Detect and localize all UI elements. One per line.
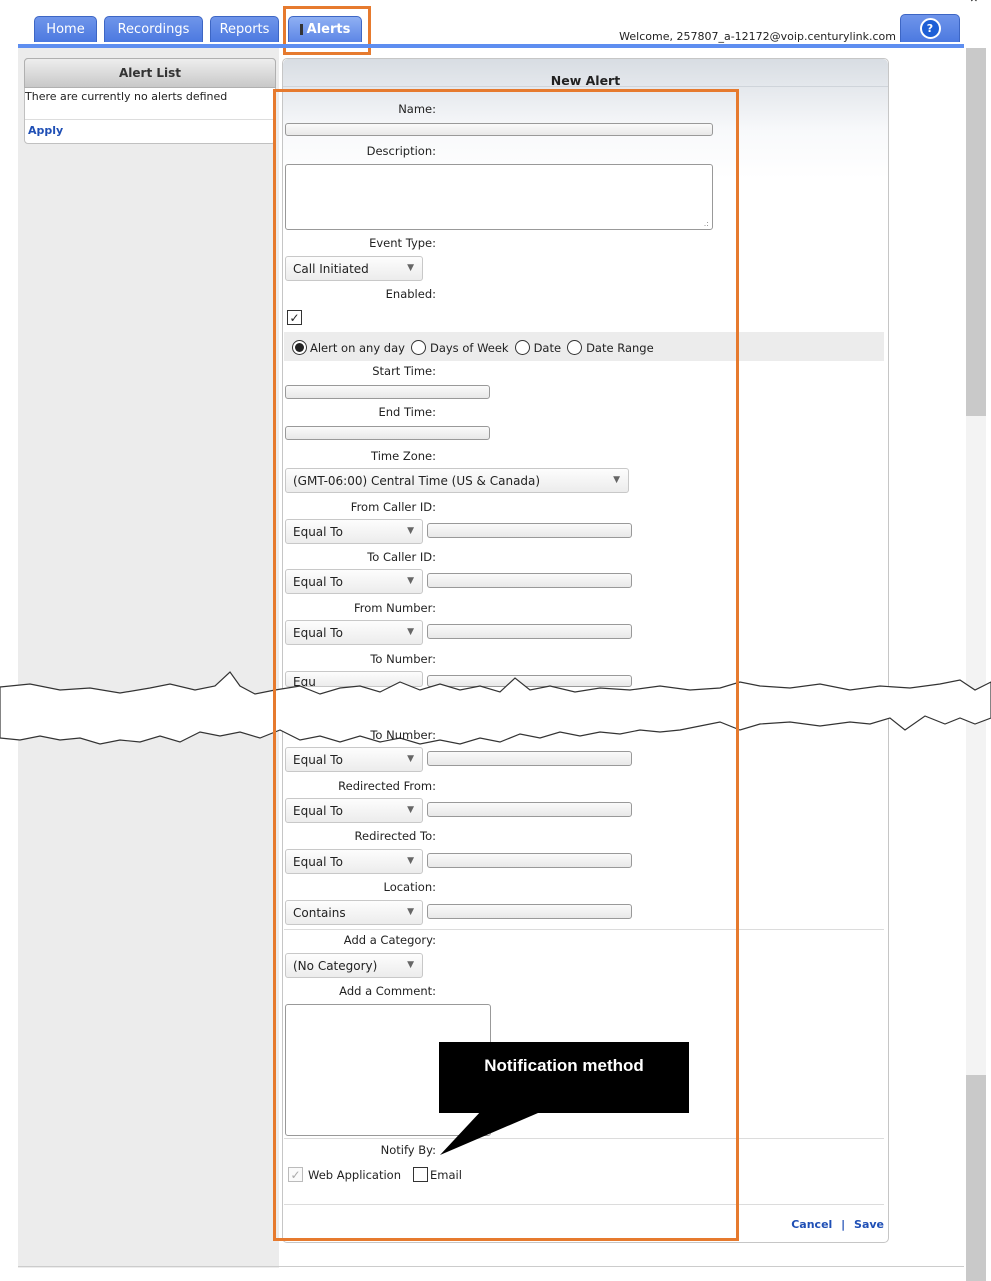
no-alerts-text: There are currently no alerts defined xyxy=(25,90,228,103)
tab-home[interactable]: Home xyxy=(34,16,97,42)
tab-reports[interactable]: Reports xyxy=(210,16,279,42)
apply-link[interactable]: Apply xyxy=(28,124,63,137)
page-bottom-line xyxy=(18,1266,964,1267)
welcome-text: Welcome, 257807_a-12172@voip.centurylink… xyxy=(619,30,896,43)
help-icon: ? xyxy=(919,18,941,39)
alert-list-title: Alert List xyxy=(118,66,181,80)
left-column-bg xyxy=(18,48,279,1268)
scrollbar-thumb-bottom[interactable] xyxy=(966,1075,986,1281)
tab-recordings[interactable]: Recordings xyxy=(104,16,203,42)
tab-recordings-label: Recordings xyxy=(117,22,190,37)
cancel-link[interactable]: Cancel xyxy=(791,1218,832,1231)
close-icon[interactable]: ⌃ xyxy=(968,0,980,12)
alert-list-header: Alert List xyxy=(24,58,276,88)
form-highlight xyxy=(273,89,739,1241)
tab-reports-label: Reports xyxy=(219,22,270,37)
action-separator: | xyxy=(841,1218,846,1231)
scrollbar-thumb-top[interactable] xyxy=(966,48,986,416)
tab-home-label: Home xyxy=(46,22,85,37)
help-button[interactable]: ? xyxy=(900,14,960,42)
alert-list-panel: Alert List There are currently no alerts… xyxy=(24,58,276,144)
save-link[interactable]: Save xyxy=(854,1218,884,1231)
